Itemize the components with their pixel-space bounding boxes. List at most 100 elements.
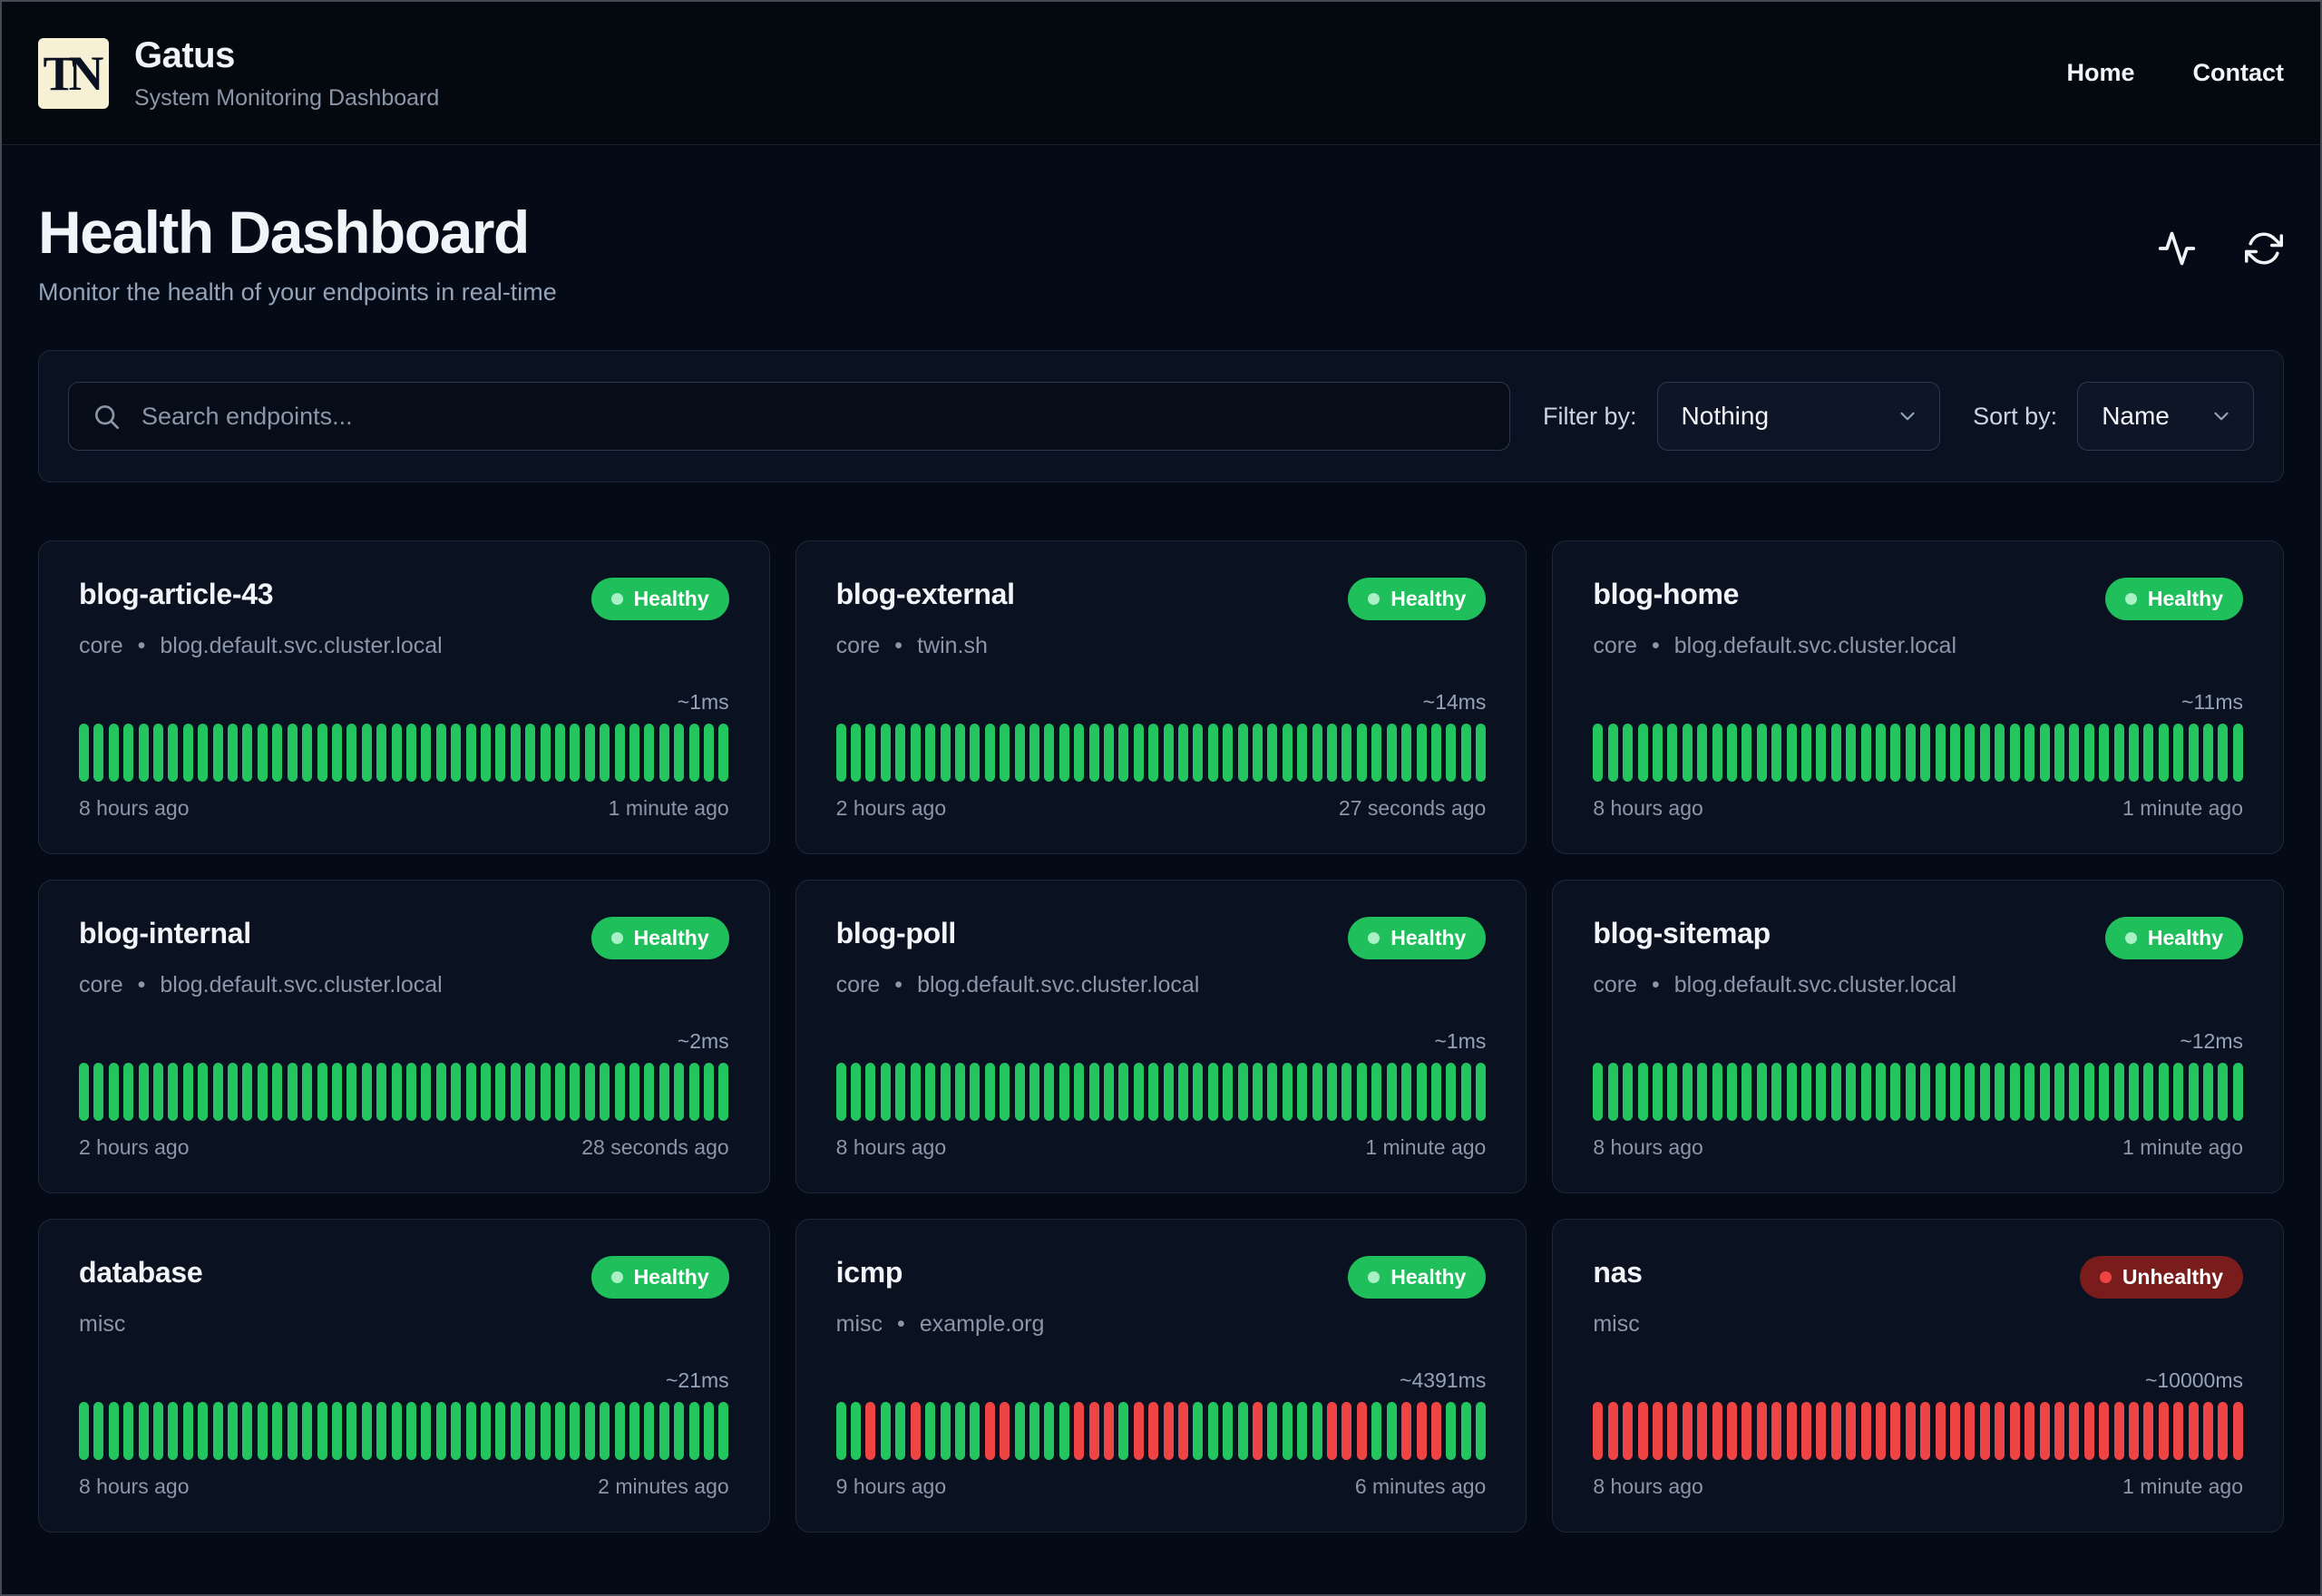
meta-separator: • <box>894 972 903 998</box>
status-label: Healthy <box>1390 587 1467 611</box>
uptime-bar-up <box>1771 1063 1782 1122</box>
card-head: icmp Healthy <box>836 1256 1487 1299</box>
uptime-bar-up <box>1282 1063 1293 1122</box>
uptime-bar-up <box>1593 1063 1604 1122</box>
status-label: Healthy <box>2147 587 2223 611</box>
uptime-bar-up <box>1935 1063 1946 1122</box>
uptime-bar-up <box>2069 724 2080 783</box>
uptime-bar-up <box>895 1402 906 1461</box>
uptime-bar-up <box>1950 724 1961 783</box>
uptime-bar-up <box>644 1063 655 1122</box>
uptime-bar-down <box>1846 1402 1857 1461</box>
app-logo: TN <box>38 37 109 109</box>
uptime-bar-up <box>465 1402 476 1461</box>
uptime-bars <box>835 1063 1487 1122</box>
endpoint-host: blog.default.svc.cluster.local <box>1673 633 1957 659</box>
activity-icon[interactable] <box>2157 229 2197 268</box>
uptime-bar-up <box>1726 724 1737 783</box>
uptime-bar-up <box>851 1402 862 1461</box>
uptime-bar-up <box>1697 1063 1708 1122</box>
sort-select[interactable]: Name <box>2077 382 2254 452</box>
meta-separator: • <box>897 1311 905 1338</box>
uptime-bar-up <box>540 1402 551 1461</box>
filter-select[interactable]: Nothing <box>1656 382 1941 452</box>
uptime-bar-up <box>835 1063 846 1122</box>
uptime-bar-up <box>940 1402 951 1461</box>
endpoint-name: blog-sitemap <box>1593 917 1771 950</box>
uptime-bar-up <box>302 1063 313 1122</box>
uptime-bar-up <box>1029 1063 1039 1122</box>
timestamp-oldest: 8 hours ago <box>1593 796 1703 821</box>
uptime-bar-up <box>138 724 149 783</box>
uptime-bars <box>79 1402 729 1461</box>
endpoint-card[interactable]: blog-internal Healthy core • blog.defaul… <box>38 880 770 1194</box>
uptime-bar-up <box>1371 1063 1382 1122</box>
endpoint-card[interactable]: icmp Healthy misc • example.org ~4391ms … <box>795 1219 1527 1533</box>
card-head: blog-internal Healthy <box>79 917 729 960</box>
uptime-bar-up <box>1327 1063 1338 1122</box>
nav-link-contact[interactable]: Contact <box>2193 59 2285 87</box>
refresh-icon[interactable] <box>2244 229 2284 268</box>
uptime-bar-down <box>2069 1402 2080 1461</box>
uptime-bar-up <box>540 724 551 783</box>
app-identity: Gatus System Monitoring Dashboard <box>134 35 439 112</box>
uptime-bar-down <box>2173 1402 2184 1461</box>
uptime-bar-up <box>302 1402 313 1461</box>
uptime-bar-up <box>198 1063 209 1122</box>
page-head-text: Health Dashboard Monitor the health of y… <box>38 200 557 307</box>
endpoint-card[interactable]: blog-external Healthy core • twin.sh ~14… <box>795 540 1527 855</box>
uptime-bar-up <box>1965 1063 1976 1122</box>
meta-separator: • <box>1651 972 1660 998</box>
uptime-bar-up <box>2113 1063 2124 1122</box>
uptime-bar-up <box>629 724 640 783</box>
endpoint-card[interactable]: nas Unhealthy misc ~10000ms 8 hours ago … <box>1552 1219 2284 1533</box>
uptime-bar-down <box>2083 1402 2094 1461</box>
card-head: blog-sitemap Healthy <box>1593 917 2243 960</box>
uptime-bar-up <box>718 724 729 783</box>
uptime-bar-up <box>2202 1063 2213 1122</box>
uptime-bar-up <box>2173 724 2184 783</box>
uptime-bar-up <box>1237 1402 1248 1461</box>
search-input[interactable] <box>68 382 1510 452</box>
timestamp-oldest: 2 hours ago <box>79 1135 190 1160</box>
status-dot-icon <box>1368 932 1381 945</box>
nav-link-home[interactable]: Home <box>2066 59 2134 87</box>
uptime-bar-down <box>1341 1402 1352 1461</box>
uptime-bar-up <box>1756 724 1767 783</box>
uptime-bar-up <box>1178 1063 1188 1122</box>
endpoint-card[interactable]: blog-sitemap Healthy core • blog.default… <box>1552 880 2284 1194</box>
uptime-bar-up <box>1786 724 1797 783</box>
status-label: Healthy <box>633 587 709 611</box>
uptime-bar-up <box>629 1402 640 1461</box>
uptime-bar-up <box>659 1063 669 1122</box>
uptime-bar-up <box>1356 724 1367 783</box>
uptime-bar-down <box>2113 1402 2124 1461</box>
endpoint-card[interactable]: blog-article-43 Healthy core • blog.defa… <box>38 540 770 855</box>
uptime-bar-up <box>614 724 625 783</box>
timestamp-newest: 6 minutes ago <box>1354 1474 1487 1499</box>
uptime-bar-down <box>1178 1402 1188 1461</box>
uptime-bar-up <box>346 1402 357 1461</box>
uptime-bar-up <box>1223 724 1234 783</box>
timestamp-oldest: 8 hours ago <box>79 1474 190 1499</box>
endpoint-card[interactable]: database Healthy misc ~21ms 8 hours ago … <box>38 1219 770 1533</box>
uptime-bar-down <box>1000 1402 1010 1461</box>
status-dot-icon <box>610 1271 623 1284</box>
uptime-bar-up <box>79 724 89 783</box>
uptime-bar-down <box>984 1402 995 1461</box>
endpoint-card[interactable]: blog-poll Healthy core • blog.default.sv… <box>795 880 1527 1194</box>
endpoint-meta: core • twin.sh <box>836 633 1487 659</box>
uptime-bar-up <box>1118 724 1129 783</box>
uptime-bar-up <box>1593 724 1604 783</box>
uptime-bar-up <box>1920 724 1931 783</box>
uptime-bar-down <box>1712 1402 1722 1461</box>
uptime-bar-up <box>1074 724 1085 783</box>
uptime-bar-up <box>880 724 891 783</box>
uptime-bar-up <box>465 1063 476 1122</box>
uptime-bar-up <box>1905 1063 1916 1122</box>
uptime-bar-down <box>1682 1402 1693 1461</box>
uptime-bar-down <box>2009 1402 2020 1461</box>
uptime-bar-up <box>1059 1402 1069 1461</box>
uptime-bar-up <box>361 1402 372 1461</box>
endpoint-card[interactable]: blog-home Healthy core • blog.default.sv… <box>1552 540 2284 855</box>
